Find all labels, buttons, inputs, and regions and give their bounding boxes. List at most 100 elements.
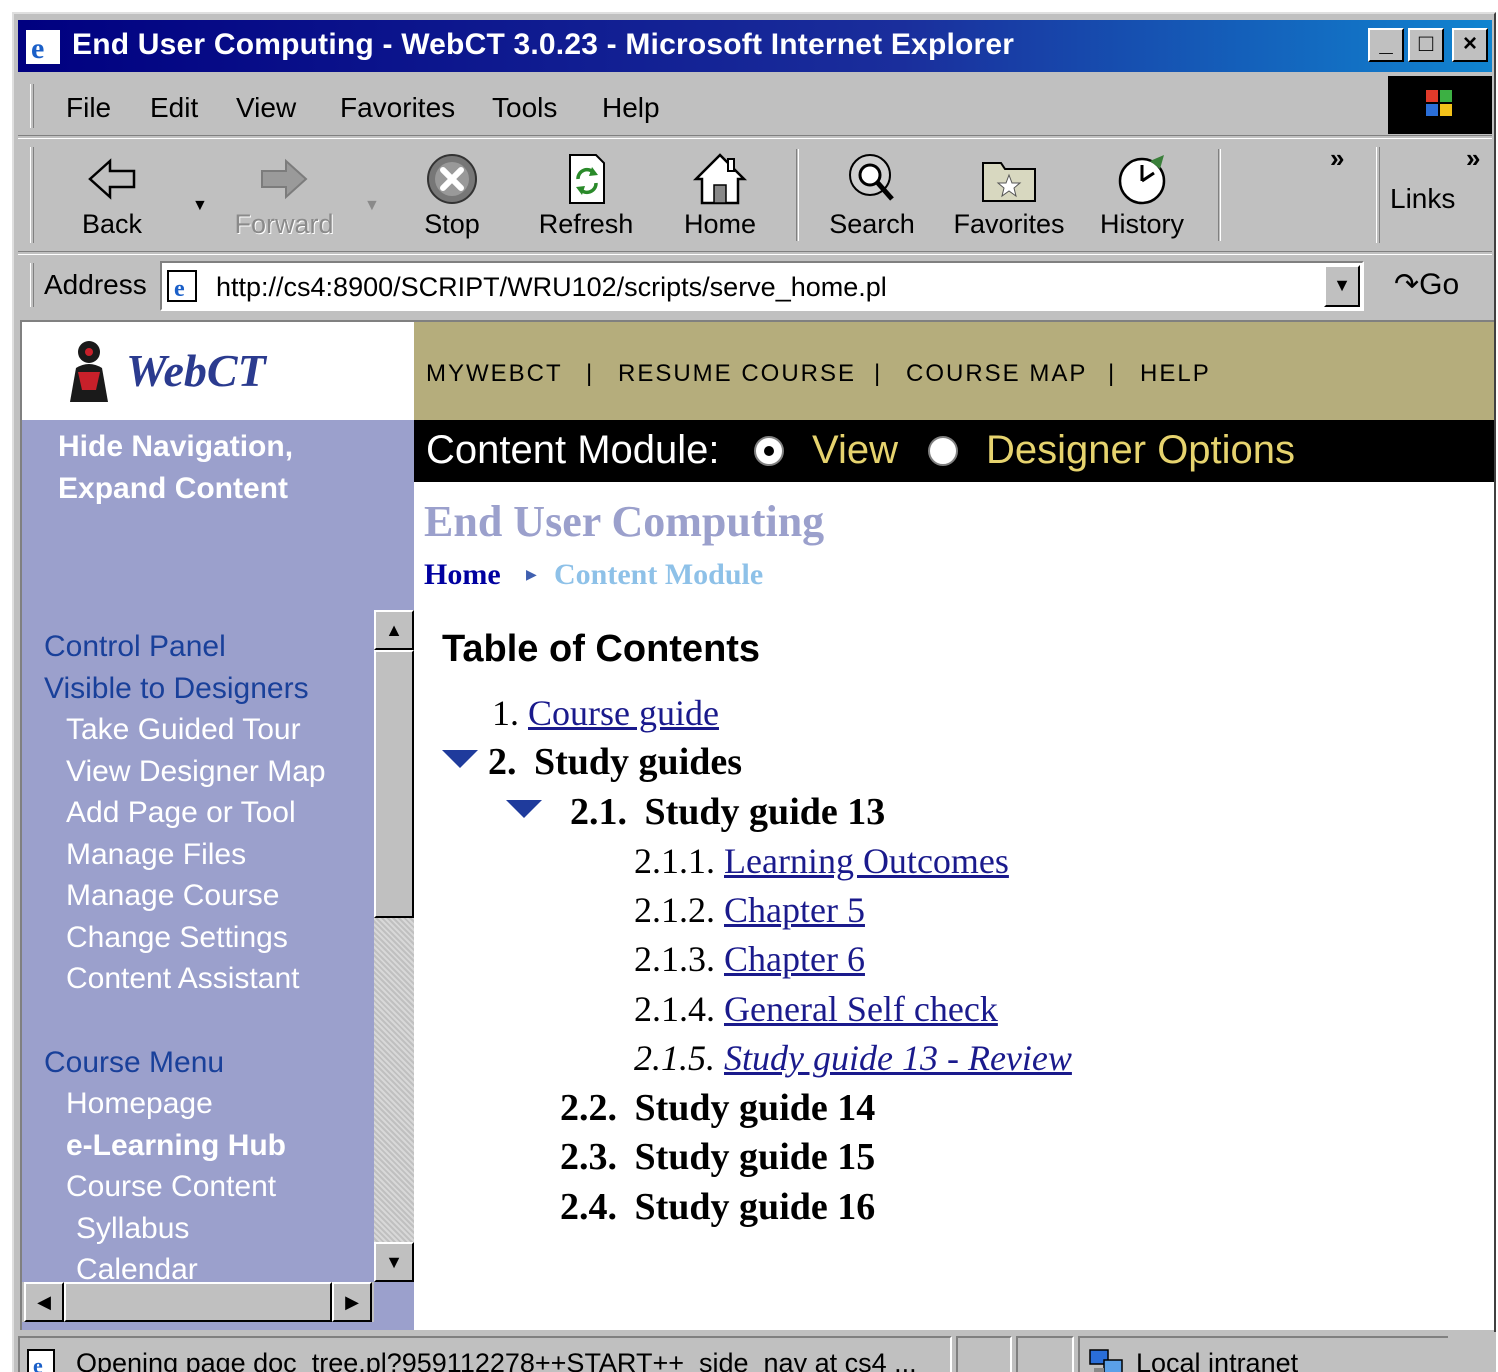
- control-panel-link[interactable]: Control Panel: [44, 630, 226, 664]
- menu-favorites[interactable]: Favorites: [340, 92, 455, 124]
- nav-course-content[interactable]: Course Content: [66, 1170, 276, 1204]
- stop-icon: [427, 154, 477, 204]
- browser-window: e End User Computing - WebCT 3.0.23 - Mi…: [12, 12, 1496, 1372]
- status-text: Opening page doc_tree.pl?959112278++STAR…: [76, 1348, 917, 1372]
- nav-calendar[interactable]: Calendar: [76, 1253, 198, 1280]
- nav-help[interactable]: HELP: [1140, 360, 1211, 388]
- scroll-h-thumb[interactable]: [64, 1282, 332, 1322]
- view-radio[interactable]: [754, 436, 784, 466]
- toc-number: 2.1.: [570, 791, 627, 833]
- back-dropdown-icon[interactable]: ▼: [192, 197, 208, 215]
- menu-edit[interactable]: Edit: [150, 92, 198, 124]
- nav-manage-course[interactable]: Manage Course: [66, 879, 279, 913]
- stop-button[interactable]: Stop: [392, 145, 512, 247]
- svg-text:e: e: [33, 1353, 43, 1372]
- menu-tools[interactable]: Tools: [492, 92, 557, 124]
- menu-file[interactable]: File: [66, 92, 111, 124]
- collapse-study-guides-icon[interactable]: [442, 750, 478, 768]
- page-title: End User Computing: [424, 497, 825, 546]
- address-url: http://cs4:8900/SCRIPT/WRU102/scripts/se…: [216, 272, 887, 302]
- toc-link-learning-outcomes[interactable]: Learning Outcomes: [724, 841, 1009, 881]
- view-option-label[interactable]: View: [812, 428, 898, 473]
- designer-options-radio[interactable]: [928, 436, 958, 466]
- nav-e-learning-hub[interactable]: e-Learning Hub: [66, 1129, 286, 1163]
- security-zone: Local intranet: [1078, 1336, 1448, 1372]
- history-button[interactable]: History: [1082, 145, 1202, 247]
- scroll-thumb[interactable]: [374, 650, 414, 918]
- title-bar: e End User Computing - WebCT 3.0.23 - Mi…: [18, 20, 1492, 72]
- nav-horizontal-scrollbar[interactable]: ◀ ▶: [22, 1282, 374, 1322]
- home-button[interactable]: Home: [660, 145, 780, 247]
- hide-nav-line1: Hide Navigation,: [58, 430, 294, 463]
- address-input[interactable]: e http://cs4:8900/SCRIPT/WRU102/scripts/…: [160, 261, 1364, 311]
- toolbar-separator: [1218, 149, 1221, 241]
- nav-separator: |: [874, 360, 883, 387]
- toc-item: 2.1.1. Learning Outcomes: [634, 840, 1009, 882]
- search-globe-icon: [849, 154, 894, 201]
- menu-help[interactable]: Help: [602, 92, 660, 124]
- toc-item: 2. Study guides: [488, 740, 742, 784]
- breadcrumb-home[interactable]: Home: [424, 558, 501, 592]
- nav-resume-course[interactable]: RESUME COURSE: [618, 360, 856, 388]
- links-chevron-icon[interactable]: »: [1466, 143, 1480, 174]
- webct-logo[interactable]: WebCT: [22, 322, 414, 420]
- breadcrumb-separator-icon: ▶: [526, 566, 537, 582]
- collapse-study-guide-13-icon[interactable]: [506, 800, 542, 818]
- toc-link-chapter-6[interactable]: Chapter 6: [724, 939, 865, 979]
- toc-link-chapter-5[interactable]: Chapter 5: [724, 890, 865, 930]
- toolbar-chevron-icon[interactable]: »: [1330, 143, 1344, 174]
- toc-label-study-guide-13: Study guide 13: [644, 791, 886, 833]
- nav-view-designer-map[interactable]: View Designer Map: [66, 755, 326, 789]
- hide-navigation-link[interactable]: Hide Navigation, Expand Content: [58, 426, 378, 510]
- scroll-right-icon[interactable]: ▶: [332, 1282, 372, 1322]
- toc-link-study-guide-13-review[interactable]: Study guide 13 - Review: [724, 1038, 1072, 1078]
- breadcrumb-current: Content Module: [554, 558, 764, 591]
- toc-item: 2.1.2. Chapter 5: [634, 889, 865, 931]
- nav-change-settings[interactable]: Change Settings: [66, 921, 288, 955]
- go-button[interactable]: ↷Go: [1394, 267, 1459, 302]
- address-dropdown-icon[interactable]: ▼: [1324, 265, 1360, 307]
- minimize-button[interactable]: _: [1368, 28, 1404, 62]
- toc-label-study-guide-14[interactable]: Study guide 14: [635, 1087, 876, 1129]
- nav-syllabus[interactable]: Syllabus: [76, 1212, 189, 1246]
- stop-label: Stop: [424, 209, 480, 239]
- toc-number: 2.1.4.: [634, 989, 715, 1029]
- search-button[interactable]: Search: [812, 145, 932, 247]
- toc-item: 2.1.5. Study guide 13 - Review: [634, 1037, 1072, 1079]
- toc-link-general-self-check[interactable]: General Self check: [724, 989, 998, 1029]
- hide-nav-line2: Expand Content: [58, 472, 288, 505]
- maximize-button[interactable]: □: [1408, 28, 1444, 62]
- toc-label-study-guide-15[interactable]: Study guide 15: [635, 1136, 876, 1178]
- scroll-left-icon[interactable]: ◀: [24, 1282, 64, 1322]
- designer-options-label[interactable]: Designer Options: [986, 428, 1295, 473]
- nav-list: Control Panel Visible to Designers Take …: [22, 610, 374, 1280]
- scroll-down-icon[interactable]: ▼: [374, 1242, 414, 1282]
- scroll-up-icon[interactable]: ▲: [374, 610, 414, 650]
- toc-item: 2.1.3. Chapter 6: [634, 938, 865, 980]
- menu-grip: [30, 84, 34, 128]
- nav-take-guided-tour[interactable]: Take Guided Tour: [66, 713, 301, 747]
- back-button[interactable]: Back: [52, 145, 172, 247]
- left-navigation: Hide Navigation, Expand Content Control …: [22, 420, 414, 1330]
- toc-number: 2.1.2.: [634, 890, 715, 930]
- favorites-button[interactable]: Favorites: [944, 145, 1074, 247]
- nav-homepage[interactable]: Homepage: [66, 1087, 213, 1121]
- close-button[interactable]: ×: [1452, 28, 1488, 62]
- search-label: Search: [829, 209, 915, 239]
- toc-item: 2.3. Study guide 15: [560, 1135, 875, 1179]
- toc-item: 2.4. Study guide 16: [560, 1185, 875, 1229]
- toc-label-study-guide-16[interactable]: Study guide 16: [635, 1186, 876, 1228]
- refresh-button[interactable]: Refresh: [526, 145, 646, 247]
- toc-link-course-guide[interactable]: Course guide: [528, 693, 719, 733]
- nav-mywebct[interactable]: MYWEBCT: [426, 360, 563, 388]
- nav-manage-files[interactable]: Manage Files: [66, 838, 246, 872]
- links-label[interactable]: Links: [1390, 183, 1455, 215]
- nav-course-map[interactable]: COURSE MAP: [906, 360, 1087, 388]
- menu-view[interactable]: View: [236, 92, 296, 124]
- nav-vertical-scrollbar[interactable]: ▲ ▼: [374, 610, 414, 1282]
- nav-add-page-or-tool[interactable]: Add Page or Tool: [66, 796, 296, 830]
- history-label: History: [1099, 209, 1184, 239]
- favorites-label: Favorites: [953, 209, 1065, 239]
- nav-content-assistant[interactable]: Content Assistant: [66, 962, 299, 996]
- svg-text:e: e: [174, 276, 185, 302]
